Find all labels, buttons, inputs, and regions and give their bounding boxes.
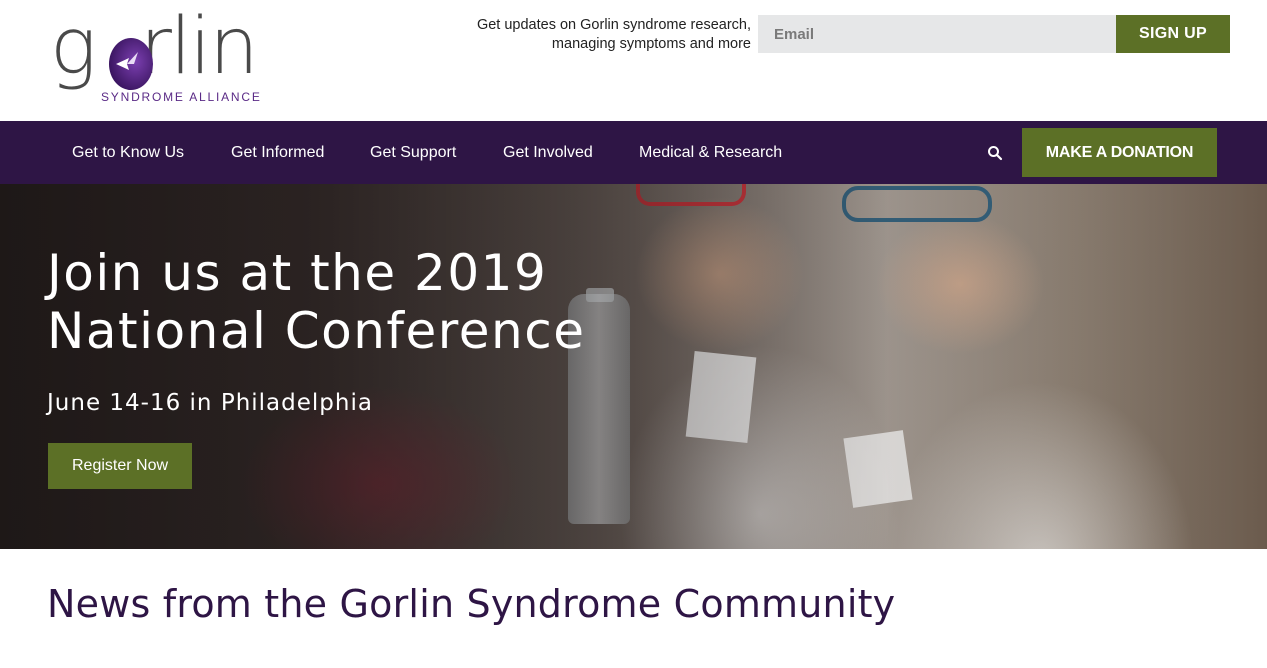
logo-tagline: SYNDROME ALLIANCE [101, 90, 262, 104]
hero-overlay [0, 184, 1267, 549]
make-donation-button[interactable]: MAKE A DONATION [1022, 128, 1217, 177]
nav-item-get-involved[interactable]: Get Involved [503, 121, 593, 184]
hero-title: Join us at the 2019 National Conference [47, 244, 586, 360]
sign-up-button[interactable]: SIGN UP [1116, 15, 1230, 53]
nav-item-get-support[interactable]: Get Support [370, 121, 456, 184]
email-input[interactable]: Email [758, 15, 1116, 53]
site-logo[interactable]: g rlin SYNDROME ALLIANCE [50, 8, 280, 110]
nav-item-medical-research[interactable]: Medical & Research [639, 121, 782, 184]
hero-subtitle: June 14-16 in Philadelphia [47, 390, 373, 416]
news-section-title: News from the Gorlin Syndrome Community [47, 582, 896, 626]
nav-item-get-to-know-us[interactable]: Get to Know Us [72, 121, 184, 184]
hero-banner: Join us at the 2019 National Conference … [0, 184, 1267, 549]
main-nav: Get to Know Us Get Informed Get Support … [0, 121, 1267, 184]
logo-o-icon [109, 38, 153, 90]
site-header: g rlin SYNDROME ALLIANCE Get updates on G… [0, 0, 1267, 121]
search-icon[interactable] [987, 145, 1003, 161]
register-now-button[interactable]: Register Now [48, 443, 192, 489]
newsletter-prompt: Get updates on Gorlin syndrome research,… [476, 17, 751, 52]
nav-item-get-informed[interactable]: Get Informed [231, 121, 324, 184]
